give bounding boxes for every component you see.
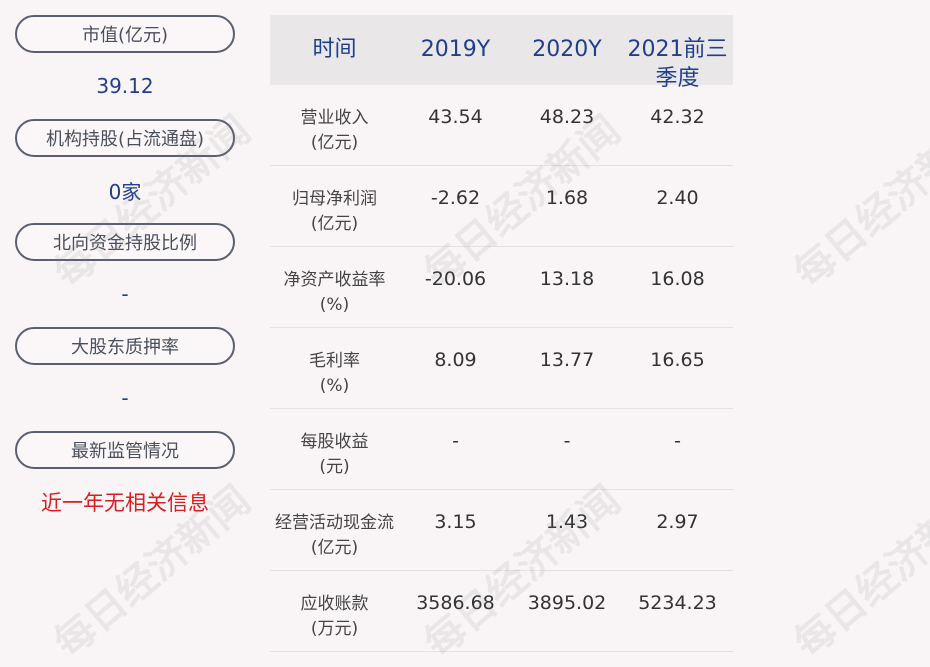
table-cell: 8.09	[434, 349, 477, 371]
financial-table: 时间 2019Y 2020Y 2021前三 季度 营业收入 (亿元) 43.54 48.2…	[270, 15, 733, 652]
column-header: 2020Y	[532, 37, 602, 62]
watermark-text: 每日经济新闻	[785, 107, 930, 297]
table-cell: 16.08	[650, 268, 705, 290]
metric-label-pill: 北向资金持股比例	[15, 223, 235, 261]
metric-label-pill: 机构持股(占流通盘)	[15, 119, 235, 157]
table-cell: 3586.68	[416, 592, 495, 614]
table-cell: 13.77	[539, 349, 595, 371]
metric-label-pill: 市值(亿元)	[15, 15, 235, 53]
row-label: 归母净利润 (亿元)	[292, 189, 377, 234]
table-cell: 2.97	[656, 511, 699, 533]
table-cell: 1.43	[545, 511, 589, 533]
table-cell: 3895.02	[527, 592, 607, 614]
metric-value: 39.12	[96, 74, 154, 98]
metric-label-pill: 大股东质押率	[15, 327, 235, 365]
table-row: 经营活动现金流 (亿元) 3.15 1.43 2.97	[270, 490, 733, 571]
table-cell: 42.32	[650, 106, 705, 128]
column-header: 时间	[312, 37, 357, 62]
table-cell: 1.68	[545, 187, 589, 209]
table-header: 时间 2019Y 2020Y 2021前三 季度	[270, 15, 733, 91]
metric-value: 近一年无相关信息	[41, 491, 209, 515]
table-cell: -	[563, 430, 571, 452]
row-label: 经营活动现金流 (亿元)	[275, 513, 394, 558]
row-label: 应收账款 (万元)	[300, 594, 369, 639]
row-label: 营业收入 (亿元)	[300, 108, 369, 153]
metric-label-pill: 最新监管情况	[15, 431, 235, 469]
table-cell: 43.54	[428, 106, 483, 128]
table-row: 应收账款 (万元) 3586.68 3895.02 5234.23	[270, 571, 733, 652]
table-cell: -	[452, 430, 459, 452]
row-label: 净资产收益率 (%)	[283, 270, 386, 315]
metric-value: -	[121, 386, 129, 410]
table-row: 每股收益 (元) - - -	[270, 409, 733, 490]
table-cell: 48.23	[539, 106, 595, 128]
table-cell: 5234.23	[638, 592, 717, 614]
table-cell: -2.62	[430, 187, 481, 209]
column-header: 2021前三 季度	[627, 37, 728, 91]
column-header: 2019Y	[420, 37, 491, 62]
table-body: 营业收入 (亿元) 43.54 48.23 42.32 归母净利润 (亿元) -2.62 1…	[270, 85, 733, 652]
watermark-text: 每日经济新闻	[785, 477, 930, 667]
table-cell: 16.65	[650, 349, 705, 371]
row-label: 每股收益 (元)	[300, 432, 369, 477]
metric-value: -	[121, 282, 129, 306]
table-cell: 3.15	[434, 511, 477, 533]
table-row: 净资产收益率 (%) -20.06 13.18 16.08	[270, 247, 733, 328]
table-row: 毛利率 (%) 8.09 13.77 16.65	[270, 328, 733, 409]
table-cell: 2.40	[656, 187, 699, 209]
table-cell: -	[674, 430, 681, 452]
table-cell: 13.18	[539, 268, 595, 290]
table-row: 营业收入 (亿元) 43.54 48.23 42.32	[270, 85, 733, 166]
row-label: 毛利率 (%)	[309, 351, 360, 396]
table-row: 归母净利润 (亿元) -2.62 1.68 2.40	[270, 166, 733, 247]
left-summary-panel: 市值(亿元) 39.12 机构持股(占流通盘) 0家北向资金持股比例 - 大股东质押率 - 最…	[15, 15, 235, 535]
table-cell: -20.06	[424, 268, 487, 290]
metric-value: 0家	[108, 179, 142, 204]
